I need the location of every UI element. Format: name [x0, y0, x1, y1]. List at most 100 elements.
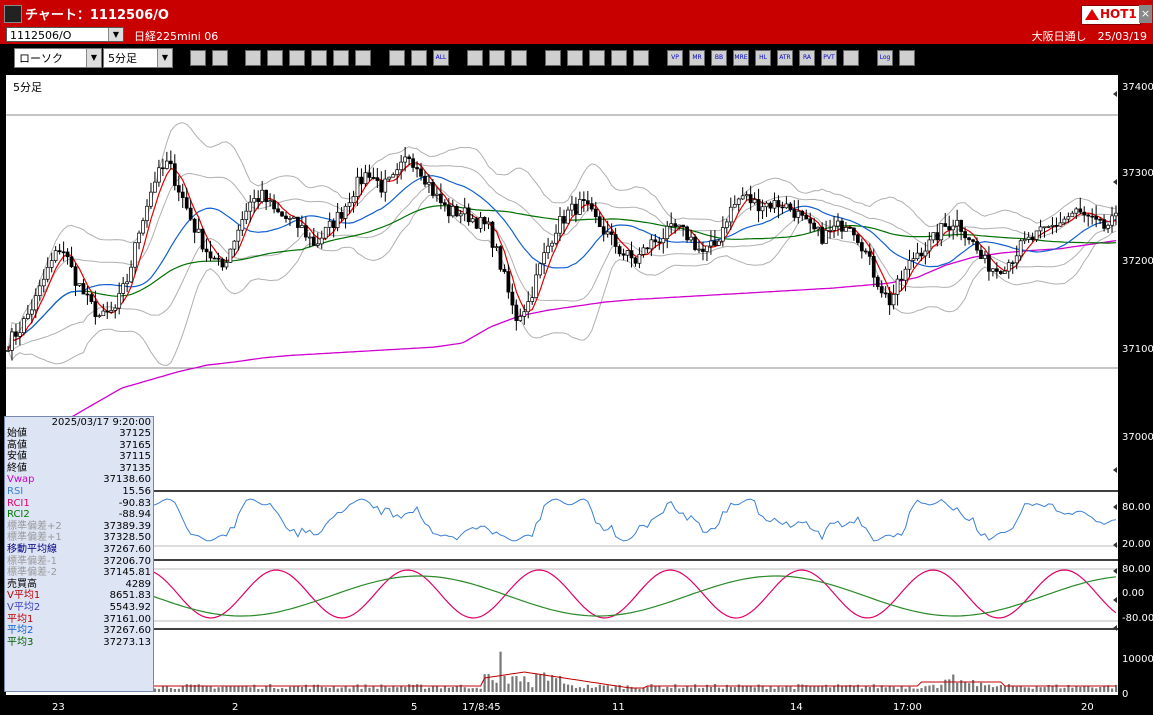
candlestick	[1086, 214, 1091, 217]
volume-bar	[781, 687, 784, 692]
candlestick	[669, 223, 674, 227]
candlestick	[89, 294, 94, 302]
volume-bar	[574, 687, 578, 692]
candlestick	[220, 258, 225, 268]
volume-bar	[479, 688, 482, 692]
candlestick	[546, 245, 550, 254]
volume-bar	[483, 674, 486, 692]
y-tick-label: 20.00	[1122, 539, 1151, 550]
candlestick	[351, 196, 356, 204]
volume-bar	[1091, 687, 1094, 692]
volume-bar	[1039, 687, 1042, 692]
volume-bar	[1007, 684, 1010, 692]
volume-bar	[884, 687, 887, 692]
volume-bar	[598, 684, 601, 692]
volume-bar	[1023, 687, 1026, 692]
candlestick	[188, 207, 193, 220]
x-tick-label: 2	[232, 702, 239, 713]
candlestick	[788, 203, 793, 211]
candlestick	[41, 278, 46, 287]
volume-bar	[908, 686, 911, 692]
candlestick	[93, 301, 98, 317]
candlestick	[335, 211, 340, 228]
volume-bar	[284, 688, 288, 692]
candlestick	[1034, 230, 1039, 240]
candlestick	[450, 205, 455, 217]
info-row: V平均1 8651.83	[5, 590, 153, 602]
rci1-line	[7, 569, 1117, 619]
candlestick	[629, 250, 634, 259]
info-value: 8651.83	[109, 590, 151, 602]
candlestick	[157, 167, 161, 183]
candlestick	[585, 200, 590, 204]
candlestick	[296, 216, 300, 228]
volume-bar	[562, 683, 566, 692]
candlestick	[260, 189, 265, 202]
volume-bar	[296, 685, 300, 692]
y-tick-label: 37300	[1122, 168, 1153, 179]
candlestick	[808, 218, 813, 224]
x-tick-label: 17:00	[893, 702, 922, 713]
candlestick	[983, 254, 987, 259]
candlestick	[963, 231, 967, 239]
volume-bar	[463, 687, 466, 692]
candlestick	[228, 248, 233, 263]
candlestick	[776, 200, 781, 208]
candlestick	[232, 240, 237, 250]
candlestick	[1066, 216, 1071, 220]
volume-bar	[797, 684, 800, 692]
volume-bar	[443, 686, 447, 692]
candlestick	[446, 204, 451, 217]
candlestick	[359, 176, 364, 185]
candlestick	[526, 301, 531, 313]
candlestick	[1030, 236, 1035, 240]
volume-bar	[241, 686, 244, 692]
volume-bar	[292, 685, 296, 692]
volume-bar	[269, 684, 272, 692]
candlestick	[482, 217, 487, 225]
volume-bar	[666, 686, 669, 692]
volume-bar	[701, 687, 705, 692]
volume-bar	[165, 685, 169, 692]
volume-bar	[634, 688, 637, 692]
y-tick-label: 37200	[1122, 256, 1153, 267]
volume-bar	[475, 687, 478, 692]
candlestick	[903, 268, 908, 281]
volume-bar	[570, 685, 574, 692]
candlestick	[311, 236, 316, 246]
volume-bar	[352, 686, 355, 692]
candlestick	[439, 193, 443, 204]
x-tick-label: 14	[790, 702, 803, 713]
candlestick	[597, 216, 602, 228]
candlestick	[427, 182, 431, 185]
candlestick	[840, 220, 844, 232]
volume-bar	[821, 685, 824, 692]
candlestick	[681, 224, 685, 228]
price-chart[interactable]	[0, 0, 1153, 715]
candlestick	[272, 200, 276, 210]
candlestick	[570, 203, 574, 211]
volume-bar	[690, 687, 693, 692]
volume-bar	[495, 682, 498, 692]
volume-bar	[427, 687, 431, 692]
candlestick	[979, 249, 983, 259]
candlestick	[1058, 222, 1063, 227]
candlestick	[208, 251, 213, 259]
candlestick	[395, 169, 400, 175]
candlestick	[121, 283, 126, 294]
candlestick	[180, 191, 185, 198]
candlestick	[518, 316, 523, 321]
y-tick-label: 10000	[1122, 654, 1153, 665]
candlestick	[399, 161, 404, 171]
info-row: 標準偏差-2 37145.81	[5, 567, 153, 579]
candlestick	[883, 292, 888, 295]
volume-bar	[987, 684, 991, 692]
candlestick	[828, 229, 832, 232]
candlestick	[848, 227, 852, 229]
candlestick	[653, 239, 658, 243]
info-label: RSI	[7, 485, 24, 497]
info-label: 移動平均線	[7, 543, 57, 555]
candlestick	[792, 209, 797, 218]
volume-bar	[952, 674, 955, 692]
candlestick	[601, 226, 606, 235]
